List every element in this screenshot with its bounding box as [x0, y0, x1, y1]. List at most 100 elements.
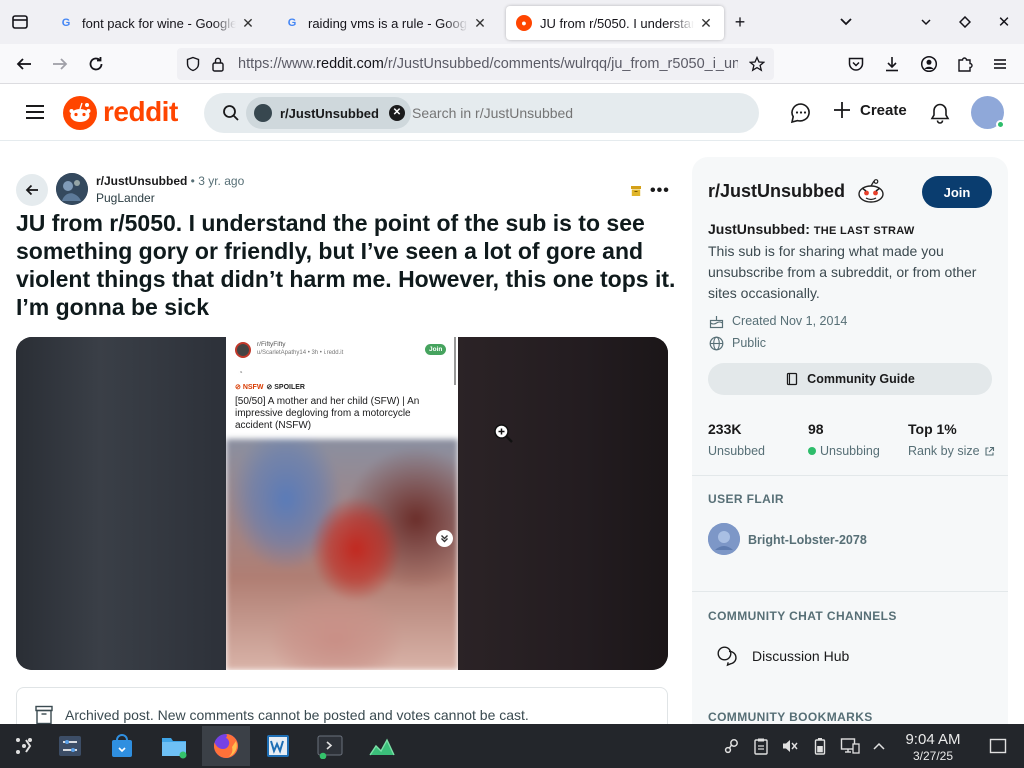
embedded-subreddit-avatar	[235, 342, 251, 358]
tab-reddit-post[interactable]: ● JU from r/5050. I understand the point…	[506, 6, 724, 40]
online-dot-icon	[808, 447, 816, 455]
url-text[interactable]: https://www.reddit.com/r/JustUnsubbed/co…	[238, 56, 738, 72]
join-button[interactable]: Join	[922, 176, 992, 208]
extensions-button[interactable]	[953, 52, 977, 76]
visibility-text: Public	[732, 336, 767, 350]
close-tab-icon[interactable]: ✕	[240, 15, 256, 31]
stat-online: 98 Unsubbing	[808, 421, 880, 458]
globe-icon	[708, 335, 724, 351]
window-close-button[interactable]: ✕	[992, 10, 1016, 34]
pocket-button[interactable]	[844, 52, 868, 76]
more-options-icon[interactable]: •••	[650, 182, 670, 200]
close-tab-icon[interactable]: ✕	[698, 15, 714, 31]
subreddit-avatar[interactable]	[56, 173, 88, 205]
search-input[interactable]	[412, 105, 742, 121]
taskbar-system-settings[interactable]	[46, 726, 94, 766]
chat-icon	[790, 103, 810, 124]
arrow-right-icon	[53, 58, 68, 70]
stat-value: 233K	[708, 421, 742, 437]
reddit-menu-button[interactable]	[24, 101, 46, 128]
forward-button[interactable]	[48, 52, 72, 76]
clipboard-tray-icon[interactable]	[751, 736, 771, 756]
archived-box-icon	[630, 184, 642, 202]
reload-button[interactable]	[84, 52, 108, 76]
embedded-post-header: r/FiftyFifty u/ScarletApathy14 • 3h • i.…	[226, 337, 458, 439]
taskbar-firefox[interactable]	[202, 726, 250, 766]
battery-tray-icon[interactable]	[810, 736, 830, 756]
url-bar[interactable]: https://www.reddit.com/r/JustUnsubbed/co…	[177, 48, 774, 80]
tab-google-font-pack[interactable]: G font pack for wine - Google Search ✕	[48, 6, 266, 40]
embedded-scrollbar	[454, 337, 456, 385]
community-guide-button[interactable]: Community Guide	[708, 363, 992, 395]
cake-icon	[708, 313, 724, 329]
application-launcher[interactable]	[0, 726, 48, 766]
rank-link[interactable]: Rank by size	[908, 444, 995, 458]
pocket-icon	[848, 57, 864, 71]
created-date-row: Created Nov 1, 2014	[708, 313, 847, 329]
stat-rank: Top 1% Rank by size	[908, 421, 995, 458]
reddit-logo-icon[interactable]	[63, 96, 97, 135]
system-taskbar: 9:04 AM 3/27/25	[0, 724, 1024, 768]
diamond-icon	[959, 16, 971, 28]
community-name[interactable]: r/JustUnsubbed	[708, 181, 845, 202]
chat-button[interactable]	[790, 102, 812, 129]
embedded-user: u/ScarletApathy14 • 3h • i.redd.it	[257, 350, 344, 356]
tab-google-raiding-vms[interactable]: G raiding vms is a rule - Google Search …	[274, 6, 498, 40]
network-tray-icon[interactable]	[840, 736, 860, 756]
show-desktop-button[interactable]	[988, 736, 1008, 756]
tray-expand-chevron-up-icon[interactable]	[869, 736, 889, 756]
taskbar-file-manager[interactable]	[150, 726, 198, 766]
remove-chip-icon[interactable]: ✕	[388, 105, 405, 121]
notifications-button[interactable]	[929, 102, 951, 129]
chevron-down-icon	[840, 18, 852, 26]
image-blur-backdrop-left	[16, 337, 226, 670]
post-image[interactable]: r/FiftyFifty u/ScarletApathy14 • 3h • i.…	[16, 337, 668, 670]
search-icon	[222, 104, 240, 127]
google-icon: G	[61, 17, 71, 29]
folder-icon	[162, 738, 187, 759]
window-maximize-button[interactable]	[953, 10, 977, 34]
back-to-feed-button[interactable]	[16, 174, 48, 206]
steam-tray-icon[interactable]	[721, 736, 741, 756]
book-icon	[787, 372, 798, 386]
taskbar-system-monitor[interactable]	[358, 726, 406, 766]
lock-icon[interactable]	[211, 56, 225, 77]
volume-muted-tray-icon[interactable]	[780, 736, 800, 756]
taskbar-clock[interactable]: 9:04 AM 3/27/25	[902, 731, 964, 763]
account-button[interactable]	[917, 52, 941, 76]
spoiler-tag: SPOILER	[274, 384, 305, 391]
window-minimize-button[interactable]	[914, 10, 938, 34]
taskbar-discover[interactable]	[98, 726, 146, 766]
new-tab-button[interactable]: +	[728, 10, 752, 34]
clock-time: 9:04 AM	[905, 731, 961, 748]
list-all-tabs-button[interactable]	[834, 10, 858, 34]
bookmark-star-icon[interactable]	[748, 55, 766, 77]
search-box[interactable]: r/JustUnsubbed ✕	[204, 93, 759, 133]
app-menu-button[interactable]	[988, 52, 1012, 76]
settings-sliders-icon	[59, 736, 81, 756]
reddit-logo-text[interactable]: reddit	[103, 96, 178, 128]
chat-channels-heading: COMMUNITY CHAT CHANNELS	[708, 609, 897, 623]
chat-channel-discussion-hub[interactable]: Discussion Hub	[716, 645, 849, 667]
search-scope-chip[interactable]: r/JustUnsubbed ✕	[246, 97, 411, 129]
taskbar-wine-app[interactable]	[254, 726, 302, 766]
post-subreddit-link[interactable]: r/JustUnsubbed	[96, 174, 187, 188]
taskbar-terminal[interactable]	[306, 726, 354, 766]
user-flair-name[interactable]: Bright-Lobster-2078	[748, 533, 867, 547]
downloads-button[interactable]	[880, 52, 904, 76]
online-status-dot	[996, 120, 1005, 129]
user-avatar[interactable]	[971, 96, 1005, 129]
external-link-icon	[985, 446, 994, 456]
stat-label: Unsubbed	[708, 444, 765, 458]
tab-list-button[interactable]	[0, 0, 40, 44]
embedded-tags: ⊘ NSFW ⊘ SPOILER	[235, 384, 305, 391]
hamburger-icon	[994, 59, 1006, 69]
tracking-protection-shield-icon[interactable]	[185, 56, 201, 77]
create-button[interactable]: Create	[832, 100, 907, 120]
post-author-link[interactable]: PugLander	[96, 191, 244, 205]
close-tab-icon[interactable]: ✕	[472, 15, 488, 31]
stat-value: 98	[808, 421, 824, 437]
expand-chevron-icon[interactable]	[436, 530, 453, 547]
back-button[interactable]	[12, 52, 36, 76]
stat-members: 233K Unsubbed	[708, 421, 765, 458]
